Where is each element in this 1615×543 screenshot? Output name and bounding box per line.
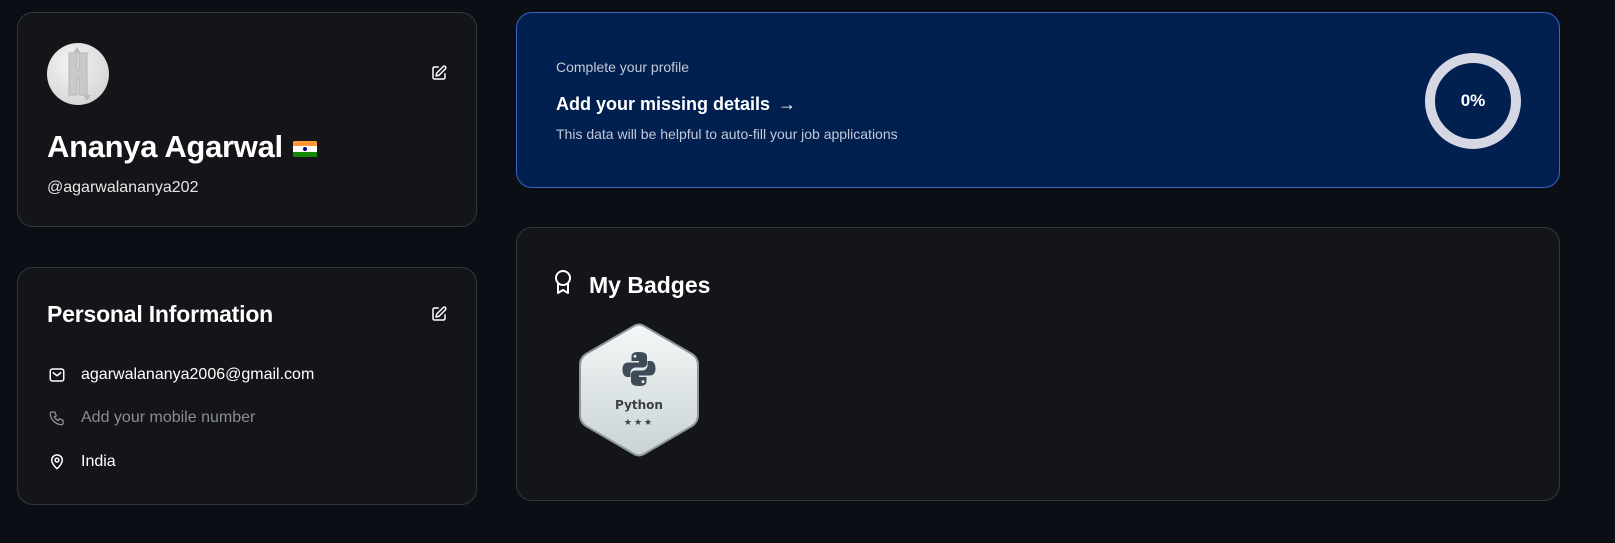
complete-profile-subtitle: Complete your profile [556, 59, 690, 75]
profile-name: Ananya Agarwal [47, 129, 317, 165]
personal-information-title: Personal Information [47, 301, 274, 327]
personal-information-card: Personal Information agarwalananya2006@g… [17, 267, 477, 505]
profile-handle: @agarwalananya202 [47, 179, 199, 196]
python-icon [619, 349, 659, 389]
arrow-right-icon: → [778, 94, 797, 114]
profile-name-text: Ananya Agarwal [47, 129, 283, 164]
email-value: agarwalananya2006@gmail.com [81, 365, 315, 383]
edit-icon [432, 306, 447, 321]
badge-ribbon-icon [553, 269, 573, 301]
location-row: India [47, 452, 116, 471]
avatar-logo-icon [68, 47, 91, 101]
my-badges-card: My Badges Python ★★★ [516, 227, 1560, 501]
python-badge[interactable]: Python ★★★ [578, 323, 700, 457]
badge-stars: ★★★ [623, 417, 655, 427]
profile-progress-ring: 0% [1423, 51, 1523, 151]
india-flag-icon [292, 141, 317, 157]
my-badges-title: My Badges [589, 271, 711, 298]
add-missing-details-link[interactable]: Add your missing details → [556, 94, 796, 115]
complete-profile-card[interactable]: Complete your profile Add your missing d… [516, 12, 1560, 188]
add-missing-details-text: Add your missing details [556, 94, 771, 114]
edit-profile-button[interactable] [428, 62, 450, 84]
profile-card: Ananya Agarwal @agarwalananya202 [17, 12, 477, 227]
badge-name: Python [615, 398, 663, 412]
mail-icon [47, 365, 66, 384]
add-mobile-number-link[interactable]: Add your mobile number [81, 409, 255, 427]
edit-icon [432, 65, 447, 80]
location-pin-icon [47, 452, 66, 471]
my-badges-header: My Badges [553, 269, 710, 301]
avatar[interactable] [47, 43, 109, 105]
add-mobile-number-row[interactable]: Add your mobile number [47, 408, 255, 427]
phone-icon [47, 408, 66, 427]
location-value: India [81, 452, 116, 470]
complete-profile-description: This data will be helpful to auto-fill y… [556, 126, 898, 142]
edit-personal-information-button[interactable] [428, 303, 450, 325]
email-row: agarwalananya2006@gmail.com [47, 365, 314, 384]
profile-progress-label: 0% [1460, 91, 1486, 110]
